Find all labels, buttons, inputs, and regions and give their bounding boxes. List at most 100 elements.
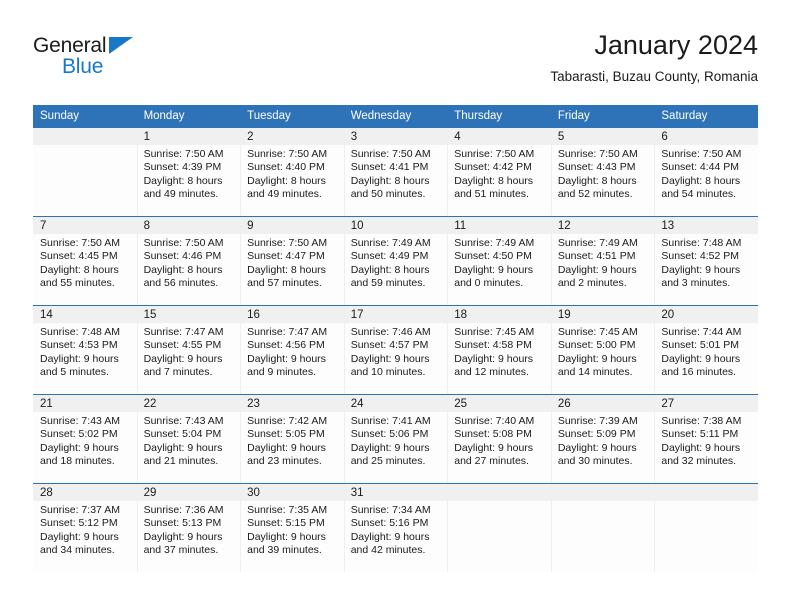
day-info-line: and 25 minutes.: [350, 455, 426, 468]
day-number: 12: [550, 217, 655, 234]
calendar-day-cell[interactable]: 29 Sunrise: 7:36 AM Sunset: 5:13 PM Dayligh…: [136, 483, 241, 572]
day-sun-info: Sunrise: 7:38 AM Sunset: 5:11 PM Daylight:…: [654, 412, 758, 469]
day-cell-inner: [33, 128, 137, 216]
weekday-header-thursday: Thursday: [447, 105, 551, 128]
calendar-day-cell[interactable]: 17 Sunrise: 7:46 AM Sunset: 4:57 PM Dayligh…: [343, 305, 448, 395]
day-number: 26: [550, 395, 655, 412]
calendar-day-cell[interactable]: 21 Sunrise: 7:43 AM Sunset: 5:02 PM Dayligh…: [33, 394, 137, 484]
day-cell-inner: 2 Sunrise: 7:50 AM Sunset: 4:40 PM Daylight…: [240, 128, 344, 216]
column-separator: [343, 484, 345, 572]
day-cell-inner: 13 Sunrise: 7:48 AM Sunset: 4:52 PM Dayligh…: [654, 217, 758, 305]
calendar-day-cell[interactable]: 24 Sunrise: 7:41 AM Sunset: 5:06 PM Dayligh…: [343, 394, 448, 484]
calendar-day-cell[interactable]: 16 Sunrise: 7:47 AM Sunset: 4:56 PM Dayligh…: [240, 305, 344, 395]
calendar-day-cell[interactable]: 12 Sunrise: 7:49 AM Sunset: 4:51 PM Dayligh…: [550, 216, 655, 306]
calendar-day-cell-empty: [447, 483, 551, 572]
day-info-line: and 57 minutes.: [247, 277, 322, 290]
column-separator: [654, 217, 656, 305]
column-separator: [343, 217, 345, 305]
calendar-day-cell-empty: [33, 127, 137, 217]
day-info-line: Sunset: 5:06 PM: [350, 428, 429, 441]
day-info-line: and 34 minutes.: [40, 544, 115, 557]
day-info-line: Sunset: 5:11 PM: [661, 428, 739, 441]
day-number: [33, 128, 137, 145]
calendar-day-cell[interactable]: 11 Sunrise: 7:49 AM Sunset: 4:50 PM Dayligh…: [447, 216, 551, 306]
day-info-line: Daylight: 9 hours: [40, 352, 119, 365]
page-header: General Blue January 2024 Tabarasti, Buz…: [33, 28, 758, 98]
day-info-line: and 21 minutes.: [143, 455, 219, 468]
calendar-day-cell[interactable]: 25 Sunrise: 7:40 AM Sunset: 5:08 PM Dayligh…: [447, 394, 551, 484]
day-info-line: Sunset: 5:05 PM: [247, 428, 325, 441]
day-sun-info: Sunrise: 7:47 AM Sunset: 4:55 PM Daylight:…: [137, 323, 241, 380]
title-block: January 2024 Tabarasti, Buzau County, Ro…: [550, 28, 758, 87]
weekday-headers: Sunday Monday Tuesday Wednesday Thursday Frid…: [33, 105, 758, 128]
day-info-line: Daylight: 8 hours: [661, 174, 741, 187]
day-number: 27: [654, 395, 758, 412]
day-info-line: Sunset: 4:51 PM: [557, 250, 636, 263]
calendar-day-cell[interactable]: 19 Sunrise: 7:45 AM Sunset: 5:00 PM Dayligh…: [550, 305, 655, 395]
calendar-day-cell[interactable]: 13 Sunrise: 7:48 AM Sunset: 4:52 PM Dayligh…: [654, 216, 758, 306]
calendar-day-cell[interactable]: 23 Sunrise: 7:42 AM Sunset: 5:05 PM Dayligh…: [240, 394, 344, 484]
calendar-day-cell[interactable]: 9 Sunrise: 7:50 AM Sunset: 4:47 PM Daylight…: [240, 216, 344, 306]
weekday-header-sunday: Sunday: [33, 105, 137, 128]
day-info-line: Sunset: 5:04 PM: [143, 428, 222, 441]
calendar-day-cell[interactable]: 4 Sunrise: 7:50 AM Sunset: 4:42 PM Daylight…: [447, 127, 551, 217]
day-info-line: Daylight: 9 hours: [143, 530, 223, 543]
day-info-line: and 7 minutes.: [143, 366, 213, 379]
column-separator: [240, 306, 242, 394]
day-sun-info: Sunrise: 7:49 AM Sunset: 4:50 PM Daylight:…: [447, 234, 551, 291]
calendar-day-cell[interactable]: 28 Sunrise: 7:37 AM Sunset: 5:12 PM Dayligh…: [33, 483, 137, 572]
calendar-day-cell[interactable]: 22 Sunrise: 7:43 AM Sunset: 5:04 PM Dayligh…: [136, 394, 241, 484]
day-info-line: Sunset: 5:15 PM: [247, 517, 325, 530]
calendar-day-cell[interactable]: 7 Sunrise: 7:50 AM Sunset: 4:45 PM Daylight…: [33, 216, 137, 306]
day-info-line: Sunset: 4:49 PM: [350, 250, 429, 263]
day-info-line: Sunset: 4:41 PM: [350, 161, 429, 174]
day-info-line: Sunrise: 7:43 AM: [143, 415, 224, 427]
calendar-day-cell[interactable]: 8 Sunrise: 7:50 AM Sunset: 4:46 PM Daylight…: [136, 216, 241, 306]
day-info-line: Daylight: 9 hours: [661, 352, 741, 365]
day-info-line: Sunrise: 7:50 AM: [143, 237, 224, 249]
day-number: 28: [33, 484, 137, 501]
column-separator: [240, 395, 242, 483]
day-info-line: and 49 minutes.: [143, 188, 219, 201]
day-sun-info: Sunrise: 7:39 AM Sunset: 5:09 PM Daylight:…: [551, 412, 655, 469]
day-info-line: Sunrise: 7:34 AM: [350, 504, 431, 516]
day-cell-inner: 20 Sunrise: 7:44 AM Sunset: 5:01 PM Dayligh…: [654, 306, 758, 394]
day-number: 23: [240, 395, 344, 412]
day-info-line: and 16 minutes.: [661, 366, 737, 379]
calendar-day-cell[interactable]: 2 Sunrise: 7:50 AM Sunset: 4:40 PM Daylight…: [240, 127, 344, 217]
day-number: 19: [550, 306, 655, 323]
day-info-line: Sunrise: 7:49 AM: [454, 237, 535, 249]
day-info-line: Sunset: 4:42 PM: [454, 161, 532, 174]
calendar-day-cell[interactable]: 14 Sunrise: 7:48 AM Sunset: 4:53 PM Dayligh…: [33, 305, 137, 395]
day-info-line: and 2 minutes.: [557, 277, 627, 290]
calendar-day-cell[interactable]: 18 Sunrise: 7:45 AM Sunset: 4:58 PM Dayligh…: [447, 305, 551, 395]
day-sun-info: Sunrise: 7:50 AM Sunset: 4:47 PM Daylight:…: [240, 234, 344, 291]
calendar-day-cell[interactable]: 10 Sunrise: 7:49 AM Sunset: 4:49 PM Dayligh…: [343, 216, 448, 306]
calendar-day-cell[interactable]: 30 Sunrise: 7:35 AM Sunset: 5:15 PM Dayligh…: [240, 483, 344, 572]
day-info-line: Sunset: 5:13 PM: [143, 517, 222, 530]
calendar-day-cell[interactable]: 6 Sunrise: 7:50 AM Sunset: 4:44 PM Daylight…: [654, 127, 758, 217]
day-info-line: Sunset: 5:12 PM: [40, 517, 118, 530]
day-info-line: Sunrise: 7:43 AM: [40, 415, 120, 427]
day-info-line: Sunset: 4:40 PM: [247, 161, 325, 174]
day-info-line: Sunrise: 7:39 AM: [557, 415, 638, 427]
day-info-line: Sunrise: 7:48 AM: [40, 326, 120, 338]
day-sun-info: Sunrise: 7:50 AM Sunset: 4:41 PM Daylight:…: [344, 145, 448, 202]
day-info-line: and 18 minutes.: [40, 455, 115, 468]
calendar-day-cell[interactable]: 31 Sunrise: 7:34 AM Sunset: 5:16 PM Dayligh…: [343, 483, 448, 572]
day-sun-info: Sunrise: 7:45 AM Sunset: 5:00 PM Daylight:…: [551, 323, 655, 380]
day-info-line: Daylight: 9 hours: [557, 263, 637, 276]
day-info-line: Sunset: 5:08 PM: [454, 428, 532, 441]
day-info-line: Sunset: 4:57 PM: [350, 339, 429, 352]
column-separator: [654, 484, 656, 572]
day-sun-info: Sunrise: 7:50 AM Sunset: 4:43 PM Daylight:…: [551, 145, 655, 202]
day-sun-info: Sunrise: 7:47 AM Sunset: 4:56 PM Daylight:…: [240, 323, 344, 380]
calendar-day-cell[interactable]: 3 Sunrise: 7:50 AM Sunset: 4:41 PM Daylight…: [343, 127, 448, 217]
calendar-day-cell[interactable]: 26 Sunrise: 7:39 AM Sunset: 5:09 PM Dayligh…: [550, 394, 655, 484]
calendar-day-cell[interactable]: 20 Sunrise: 7:44 AM Sunset: 5:01 PM Dayligh…: [654, 305, 758, 395]
calendar-day-cell[interactable]: 5 Sunrise: 7:50 AM Sunset: 4:43 PM Daylight…: [550, 127, 655, 217]
calendar-day-cell[interactable]: 1 Sunrise: 7:50 AM Sunset: 4:39 PM Daylight…: [136, 127, 241, 217]
day-sun-info: Sunrise: 7:50 AM Sunset: 4:39 PM Daylight:…: [137, 145, 241, 202]
calendar-day-cell[interactable]: 27 Sunrise: 7:38 AM Sunset: 5:11 PM Dayligh…: [654, 394, 758, 484]
calendar-day-cell[interactable]: 15 Sunrise: 7:47 AM Sunset: 4:55 PM Dayligh…: [136, 305, 241, 395]
